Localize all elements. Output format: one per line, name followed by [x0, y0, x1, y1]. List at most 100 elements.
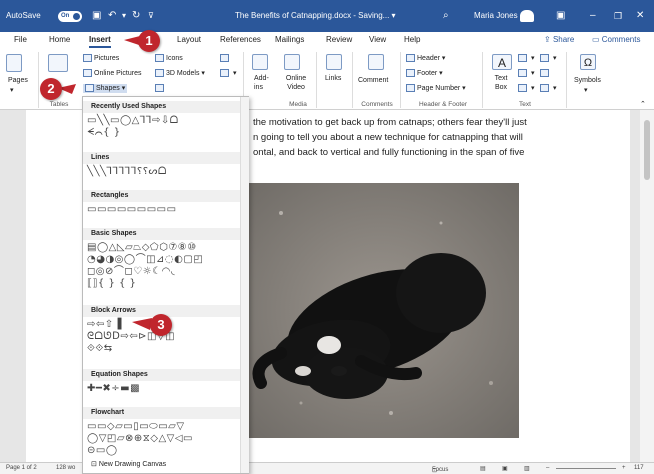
web-layout-icon[interactable]: ▥: [524, 465, 530, 472]
recent-shapes-row-1[interactable]: ▭╲╲▭◯△⅂⅂⇨⇩ᗝ: [87, 115, 179, 126]
tab-mailings[interactable]: Mailings: [275, 32, 304, 48]
smartart-icon[interactable]: [155, 84, 166, 93]
recent-shapes-row-2[interactable]: ᗕ⌒{ }: [87, 127, 121, 138]
drop-cap-icon[interactable]: ▾: [518, 84, 534, 93]
comment-icon[interactable]: [368, 54, 384, 70]
zoom-out-icon[interactable]: –: [546, 465, 549, 471]
tab-layout[interactable]: Layout: [177, 32, 201, 48]
block-arrows-row-1[interactable]: ⇨⇦⇧▐: [87, 319, 122, 330]
section-flowchart: Flowchart: [83, 407, 240, 419]
undo-icon[interactable]: ↶: [108, 0, 116, 32]
search-icon[interactable]: ⌕: [443, 0, 449, 32]
autosave-label: AutoSave: [6, 11, 41, 20]
shapes-button[interactable]: Shapes ▾: [83, 84, 128, 93]
tab-review[interactable]: Review: [326, 32, 352, 48]
tab-references[interactable]: References: [220, 32, 261, 48]
new-drawing-canvas-item[interactable]: ⊡ New Drawing Canvas: [91, 460, 166, 468]
omega-icon[interactable]: Ω: [580, 54, 596, 70]
drawing-canvas-icon: ⊡: [91, 461, 99, 468]
close-icon[interactable]: ✕: [636, 0, 644, 32]
symbols-button[interactable]: Symbols: [574, 76, 601, 85]
comment-button[interactable]: Comment: [358, 76, 388, 85]
comment-icon: ▭: [592, 35, 602, 44]
page-number-button[interactable]: Page Number ▾: [406, 84, 466, 93]
page-number-label: Page Number: [417, 85, 461, 92]
menu-scrollbar[interactable]: [240, 97, 249, 473]
header-button[interactable]: Header ▾: [406, 54, 445, 63]
symbols-dropdown-icon[interactable]: ▾: [584, 86, 588, 95]
basic-shapes-row-3[interactable]: ◻◎⊘⌒◻♡☼☾◠◟: [87, 266, 175, 277]
quick-parts-icon[interactable]: ▾: [518, 54, 534, 63]
table-icon[interactable]: [48, 54, 68, 72]
basic-shapes-row-2[interactable]: ◔◕◑◎◯⌒◫⊿◌◐▢◰: [87, 254, 203, 265]
user-name[interactable]: Maria Jones: [474, 0, 518, 32]
save-icon[interactable]: ▣: [92, 0, 101, 32]
pages-icon[interactable]: [6, 54, 22, 72]
online-video-button[interactable]: Online Video: [284, 74, 308, 92]
minimize-icon[interactable]: –: [590, 0, 596, 32]
collapse-ribbon-icon[interactable]: ⌃: [640, 100, 646, 109]
undo-dropdown-icon[interactable]: ▾: [122, 0, 126, 32]
cat-photo[interactable]: [241, 183, 519, 438]
textbox-icon[interactable]: A: [492, 54, 512, 70]
pictures-button[interactable]: Pictures: [83, 54, 119, 63]
wordart-icon[interactable]: ▾: [518, 69, 534, 78]
icons-button[interactable]: Icons: [155, 54, 183, 63]
tab-home[interactable]: Home: [49, 32, 70, 48]
group-separator: [400, 52, 401, 108]
scroll-thumb[interactable]: [644, 120, 650, 180]
online-video-icon[interactable]: [284, 54, 300, 70]
zoom-level[interactable]: 117: [634, 465, 644, 471]
block-arrows-row-3[interactable]: ⟐⟐⇆: [87, 343, 113, 354]
tab-help[interactable]: Help: [404, 32, 420, 48]
zoom-slider[interactable]: [556, 468, 616, 469]
doc-line-3[interactable]: ontal, and back to vertical and fully fu…: [253, 147, 524, 158]
print-layout-icon[interactable]: ▣: [502, 465, 508, 472]
rectangles-row-1[interactable]: ▭▭▭▭▭▭▭▭▭: [87, 204, 177, 215]
footer-button[interactable]: Footer ▾: [406, 69, 443, 78]
vertical-scrollbar[interactable]: [640, 110, 654, 462]
flowchart-row-3[interactable]: ⊝▭◯: [87, 445, 118, 456]
autosave-toggle[interactable]: On: [58, 11, 82, 22]
pages-dropdown-icon[interactable]: ▾: [10, 86, 14, 95]
restore-icon[interactable]: ❐: [614, 0, 622, 32]
avatar[interactable]: [520, 10, 534, 22]
pages-button[interactable]: Pages: [8, 76, 28, 85]
page-count[interactable]: Page 1 of 2: [6, 465, 37, 471]
doc-line-2[interactable]: n going to tell you about a new techniqu…: [253, 132, 523, 143]
flowchart-row-1[interactable]: ▭▭◇▱▭▯▭⬭▭▱▽: [87, 421, 185, 432]
redo-icon[interactable]: ↻: [132, 0, 140, 32]
title-bar: AutoSave On ▣ ↶ ▾ ↻ ⊽ The Benefits of Ca…: [0, 0, 654, 32]
doc-line-1[interactable]: the motivation to get back up from catna…: [253, 117, 527, 128]
signature-line-icon[interactable]: ▾: [540, 54, 556, 63]
flowchart-row-2[interactable]: ◯▽◰▱⊗⊕⧖◇△▽◁▭: [87, 433, 193, 444]
customize-qat-icon[interactable]: ⊽: [148, 0, 154, 32]
focus-label: Focus: [432, 467, 449, 473]
word-count[interactable]: 128 wo: [56, 465, 75, 471]
lines-row-1[interactable]: ╲╲╲⅂⅂⅂⅂⅂⸮⸮ᔕᗝ: [87, 166, 167, 177]
ribbon-display-icon[interactable]: ▣: [556, 0, 565, 32]
textbox-button[interactable]: Text Box: [490, 74, 512, 92]
date-time-icon[interactable]: [540, 69, 551, 78]
online-pictures-button[interactable]: Online Pictures: [83, 69, 141, 78]
equation-shapes-row-1[interactable]: ✚━✖÷▬▩: [87, 383, 140, 394]
links-button[interactable]: Links: [325, 74, 341, 83]
addins-icon[interactable]: [252, 54, 268, 70]
comments-button[interactable]: ▭ Comments: [592, 32, 640, 48]
chart-icon[interactable]: [220, 54, 231, 63]
links-icon[interactable]: [326, 54, 342, 70]
share-button[interactable]: ⇪ Share: [544, 32, 574, 48]
zoom-in-icon[interactable]: +: [622, 465, 626, 471]
section-lines: Lines: [83, 152, 240, 164]
addins-button[interactable]: Add-ins: [254, 74, 270, 92]
share-label: Share: [552, 35, 575, 44]
3d-models-button[interactable]: 3D Models ▾: [155, 69, 205, 78]
basic-shapes-row-1[interactable]: ▤◯△◺▱⏢◇⬠⬡⑦⑧⑩: [87, 242, 197, 253]
basic-shapes-row-4[interactable]: ⟦⟧{ } { }: [87, 278, 136, 289]
screenshot-icon[interactable]: ▾: [220, 69, 236, 78]
tab-insert[interactable]: Insert: [89, 32, 111, 48]
object-icon[interactable]: ▾: [540, 84, 556, 93]
tab-view[interactable]: View: [369, 32, 386, 48]
read-mode-icon[interactable]: ▤: [480, 465, 486, 472]
tab-file[interactable]: File: [14, 32, 27, 48]
